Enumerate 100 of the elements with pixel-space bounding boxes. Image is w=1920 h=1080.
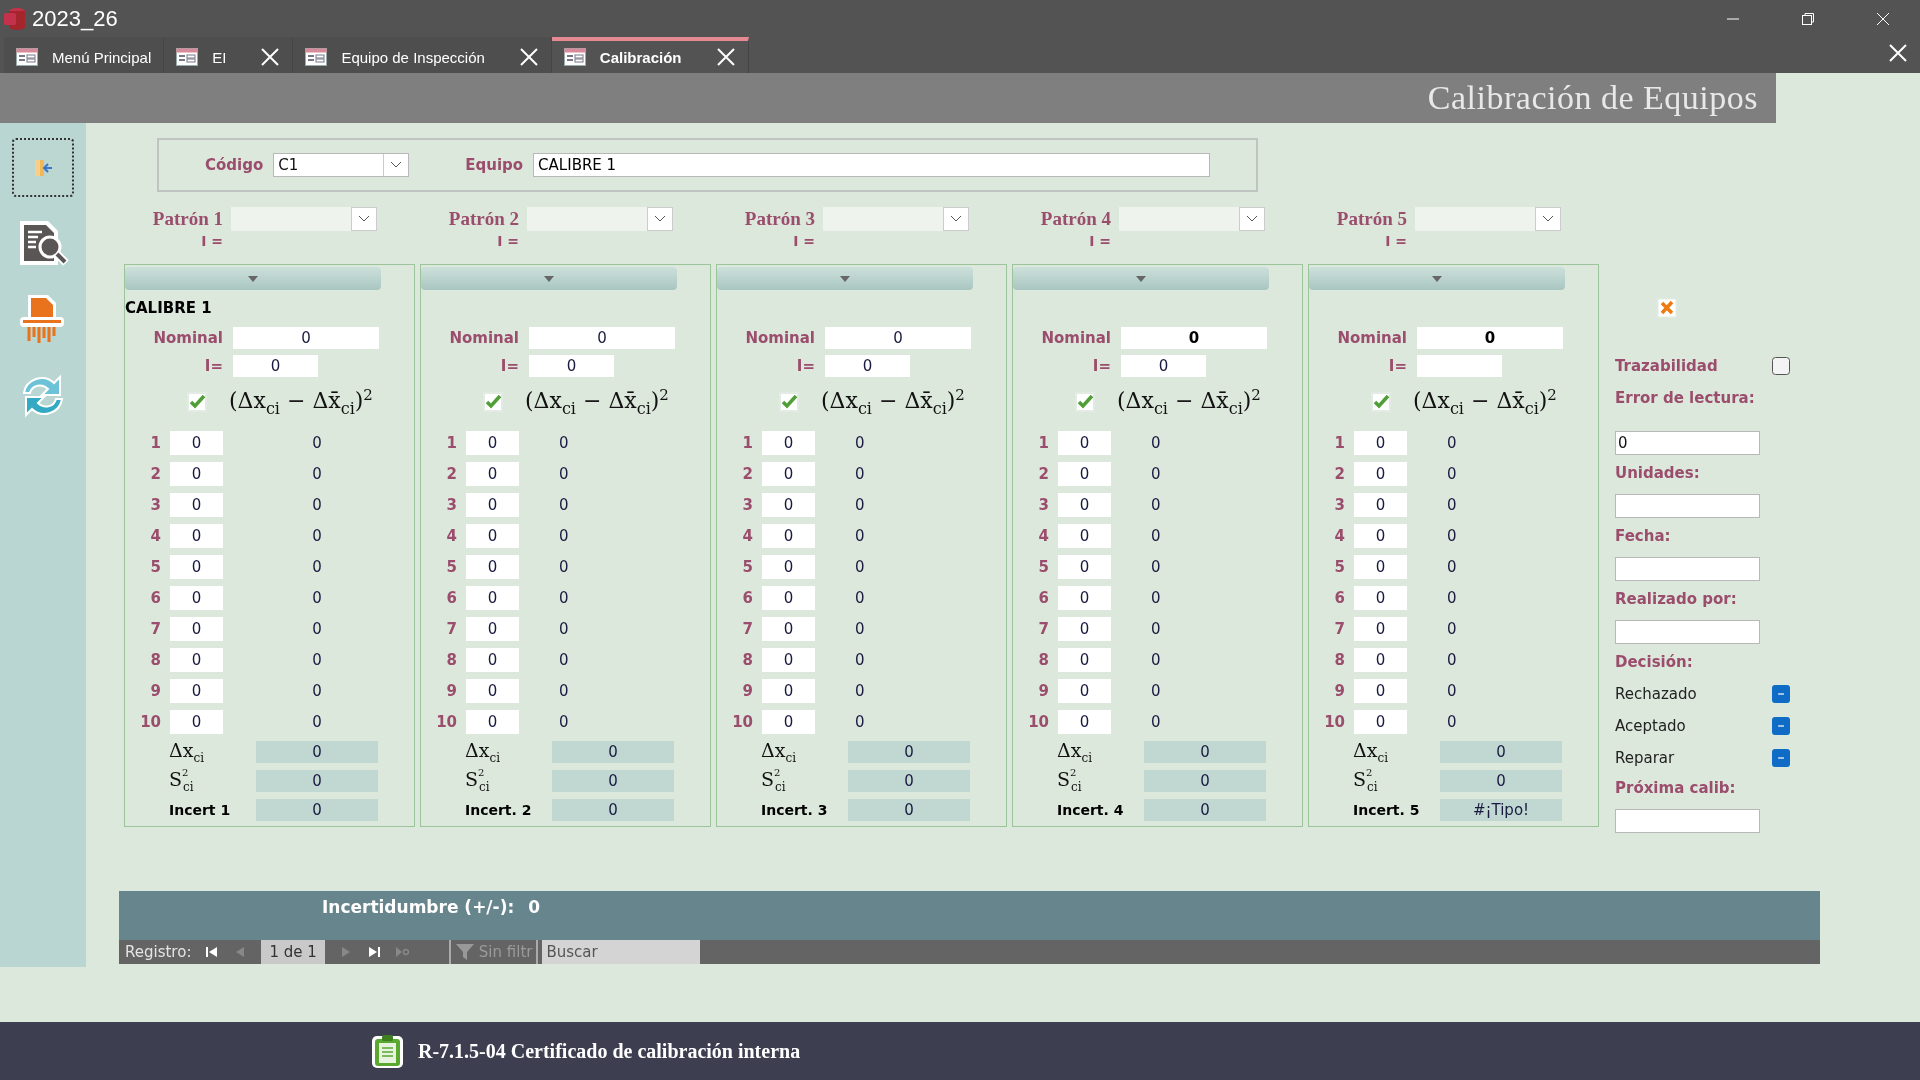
reading-field[interactable]: 0 [1354,709,1407,734]
reading-field[interactable]: 0 [1058,554,1111,579]
reading-field[interactable]: 0 [762,461,815,486]
reading-field[interactable]: 0 [170,461,223,486]
reading-field[interactable]: 0 [466,461,519,486]
row-number: 4 [149,526,161,545]
uncertainty-label: Incert. 3 [761,802,828,818]
input-field[interactable] [1615,620,1760,644]
checkbox[interactable] [1772,357,1790,375]
reading-field[interactable]: 0 [1354,554,1407,579]
input-field[interactable]: 0 [1615,431,1760,455]
document-tab[interactable]: Menú Principal [4,37,165,73]
equipment-field[interactable]: CALIBRE 1 [533,153,1211,177]
reading-field[interactable]: 0 [1058,461,1111,486]
reading-field[interactable]: 0 [466,678,519,703]
reading-field[interactable]: 0 [762,616,815,641]
restore-icon[interactable] [1799,10,1816,27]
last-record-icon[interactable] [366,945,381,959]
reading-field[interactable]: 0 [466,430,519,455]
reading-field[interactable]: 0 [466,647,519,672]
nominal-field[interactable]: 0 [233,327,379,349]
nominal-field[interactable]: 0 [1417,327,1563,349]
reading-field[interactable]: 0 [466,585,519,610]
reading-field[interactable]: 0 [1058,523,1111,548]
i-field[interactable]: 0 [1121,355,1206,377]
uncertainty-field: 0 [256,798,378,821]
i-field[interactable]: 0 [825,355,910,377]
nominal-field[interactable]: 0 [529,327,675,349]
close-icon[interactable] [260,47,281,67]
row-number: 1 [149,433,161,452]
i-field[interactable]: 0 [529,355,614,377]
new-record-icon[interactable] [394,945,409,959]
reading-field[interactable]: 0 [1058,585,1111,610]
reading-field[interactable]: 0 [170,678,223,703]
reading-field[interactable]: 0 [762,709,815,734]
i-field[interactable] [1417,355,1502,377]
reading-field[interactable]: 0 [1354,523,1407,548]
reading-field[interactable]: 0 [466,523,519,548]
close-icon[interactable] [1888,43,1908,63]
checkbox[interactable] [1772,749,1790,767]
reading-field[interactable]: 0 [170,554,223,579]
reading-field[interactable]: 0 [1354,492,1407,517]
reading-field[interactable]: 0 [762,678,815,703]
reading-field[interactable]: 0 [762,554,815,579]
reading-field[interactable]: 0 [1354,678,1407,703]
form-icon [305,48,328,66]
checkbox[interactable] [1772,685,1790,703]
reading-field[interactable]: 0 [1058,709,1111,734]
reading-field[interactable]: 0 [1354,461,1407,486]
reading-field[interactable]: 0 [170,523,223,548]
nominal-field[interactable]: 0 [825,327,971,349]
reading-field[interactable]: 0 [1058,492,1111,517]
reading-field[interactable]: 0 [466,616,519,641]
reading-field[interactable]: 0 [1354,585,1407,610]
reading-field[interactable]: 0 [762,585,815,610]
first-record-icon[interactable] [205,945,220,959]
reading-field[interactable]: 0 [1058,647,1111,672]
reading-field[interactable]: 0 [170,492,223,517]
close-icon[interactable] [518,47,539,67]
reading-field[interactable]: 0 [762,492,815,517]
reading-field[interactable]: 0 [170,430,223,455]
equipment-label: Equipo [465,156,524,174]
reading-field[interactable]: 0 [170,709,223,734]
input-field[interactable] [1615,809,1760,833]
record-position[interactable]: 1 de 1 [261,940,325,964]
reading-field[interactable]: 0 [1354,430,1407,455]
reading-field[interactable]: 0 [1354,647,1407,672]
checkbox[interactable] [1772,717,1790,735]
input-field[interactable] [1615,494,1760,518]
reading-field[interactable]: 0 [170,585,223,610]
result-value: 0 [1447,588,1457,607]
reading-field[interactable]: 0 [466,554,519,579]
reading-field[interactable]: 0 [1058,616,1111,641]
code-dropdown[interactable]: C1 [273,153,410,177]
pattern-dropdown[interactable] [527,207,673,231]
reading-field[interactable]: 0 [762,523,815,548]
reading-field[interactable]: 0 [762,430,815,455]
exit-button[interactable] [12,138,74,197]
pattern-dropdown[interactable] [1415,207,1561,231]
chevron-down-icon [390,161,403,169]
reading-field[interactable]: 0 [170,647,223,672]
close-icon[interactable] [715,47,736,67]
reading-field[interactable]: 0 [1058,430,1111,455]
reading-field[interactable]: 0 [762,647,815,672]
reading-field[interactable]: 0 [466,492,519,517]
document-tab[interactable]: Calibración [551,37,749,73]
document-tab[interactable]: EI [164,37,294,73]
reading-field[interactable]: 0 [1354,616,1407,641]
close-icon[interactable] [1874,10,1891,27]
input-field[interactable] [1615,557,1760,581]
pattern-dropdown[interactable] [231,207,377,231]
reading-field[interactable]: 0 [170,616,223,641]
search-field[interactable]: Buscar [542,940,701,964]
i-field[interactable]: 0 [233,355,318,377]
document-tab[interactable]: Equipo de Inspección [293,37,552,73]
pattern-dropdown[interactable] [1119,207,1265,231]
pattern-dropdown[interactable] [823,207,969,231]
nominal-field[interactable]: 0 [1121,327,1267,349]
reading-field[interactable]: 0 [1058,678,1111,703]
reading-field[interactable]: 0 [466,709,519,734]
